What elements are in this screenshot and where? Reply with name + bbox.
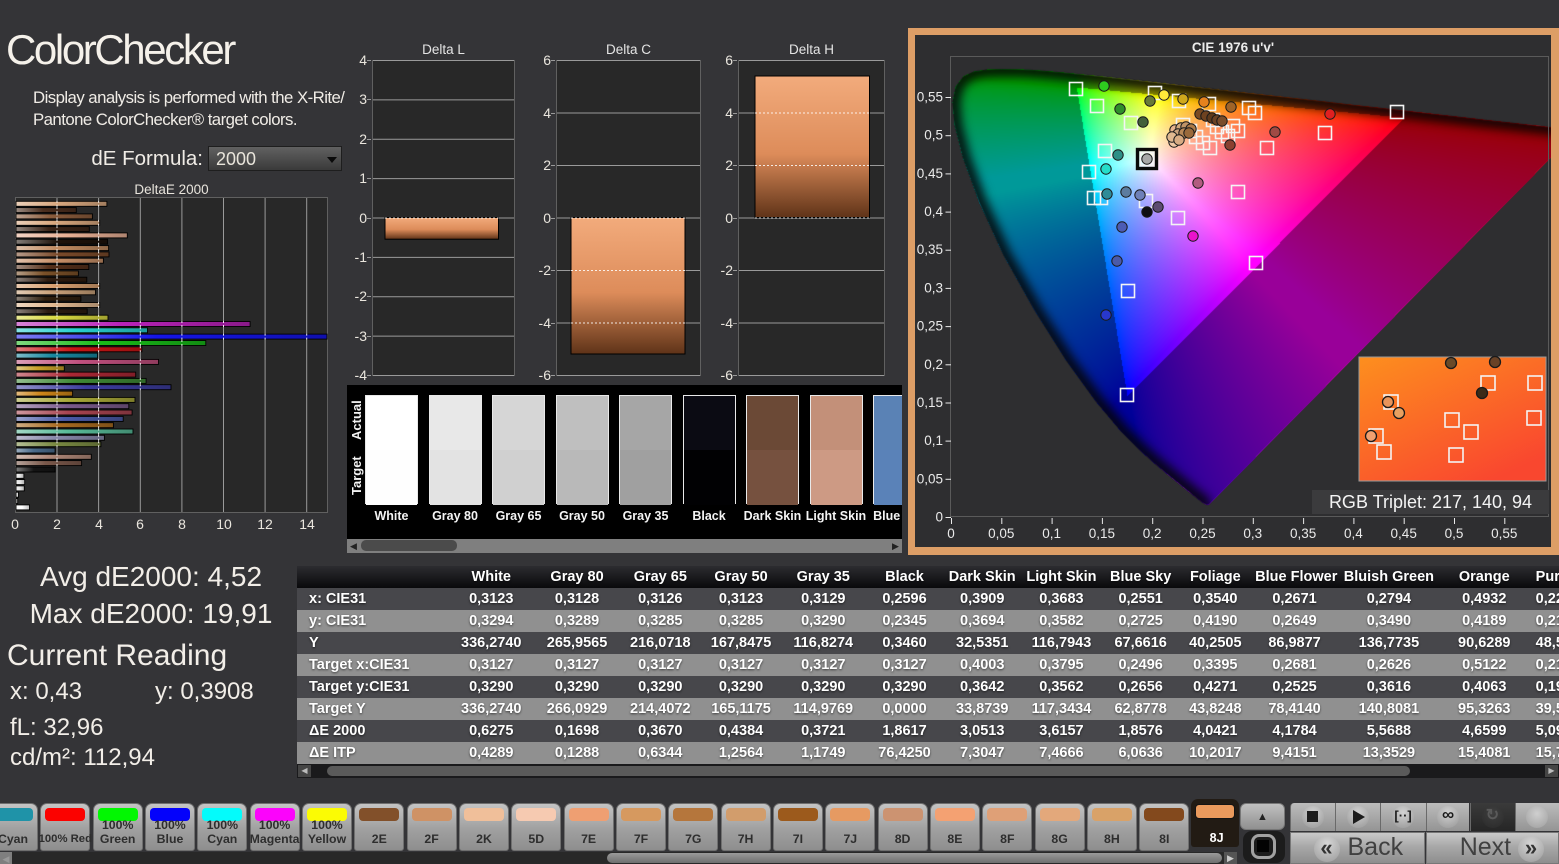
- svg-text:0,3: 0,3: [924, 280, 943, 295]
- svg-text:0,45: 0,45: [1391, 526, 1417, 541]
- svg-text:0,05: 0,05: [917, 471, 943, 486]
- svg-text:0,35: 0,35: [1290, 526, 1316, 541]
- svg-text:0,15: 0,15: [917, 395, 943, 410]
- svg-text:0,25: 0,25: [1189, 526, 1215, 541]
- svg-text:0: 0: [935, 510, 943, 525]
- svg-text:0,5: 0,5: [1445, 526, 1464, 541]
- svg-text:0,35: 0,35: [917, 242, 943, 257]
- svg-text:0: 0: [947, 526, 955, 541]
- svg-text:CIE 1976 u'v': CIE 1976 u'v': [1192, 40, 1274, 55]
- svg-text:0,2: 0,2: [924, 357, 943, 372]
- svg-text:0,1: 0,1: [1042, 526, 1061, 541]
- svg-text:0,45: 0,45: [917, 166, 943, 181]
- svg-text:0,1: 0,1: [924, 433, 943, 448]
- svg-text:0,55: 0,55: [1491, 526, 1517, 541]
- svg-text:0,4: 0,4: [1344, 526, 1363, 541]
- svg-text:0,4: 0,4: [924, 204, 943, 219]
- svg-text:0,2: 0,2: [1143, 526, 1162, 541]
- svg-text:0,3: 0,3: [1243, 526, 1262, 541]
- svg-text:RGB Triplet: 217, 140, 94: RGB Triplet: 217, 140, 94: [1329, 492, 1532, 512]
- svg-text:0,05: 0,05: [988, 526, 1014, 541]
- svg-text:0,5: 0,5: [924, 128, 943, 143]
- svg-text:0,55: 0,55: [917, 90, 943, 105]
- svg-text:0,25: 0,25: [917, 319, 943, 334]
- svg-text:0,15: 0,15: [1089, 526, 1115, 541]
